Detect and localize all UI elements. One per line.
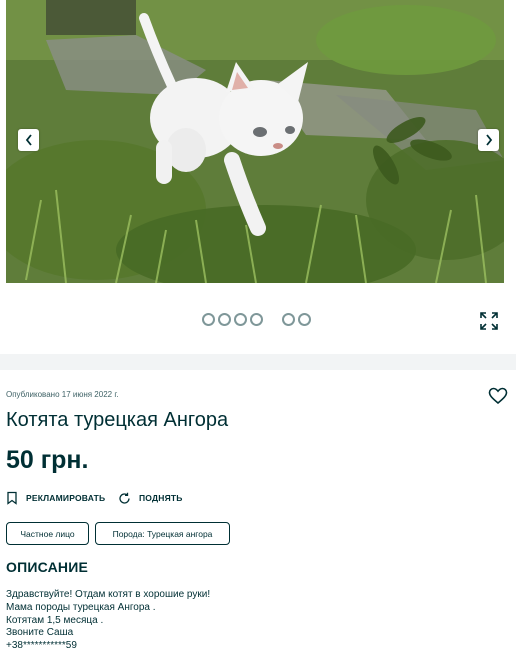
ad-title: Котята турецкая Ангора xyxy=(6,409,229,431)
fullscreen-button[interactable] xyxy=(478,310,500,332)
description-line: Мама породы турецкая Ангора . xyxy=(6,601,156,613)
kitten-photo-illustration xyxy=(6,0,504,283)
gallery-dot[interactable] xyxy=(202,313,215,326)
promote-button[interactable]: РЕКЛАМИРОВАТЬ xyxy=(6,489,105,507)
photo-gallery xyxy=(0,0,516,330)
seller-type-tag[interactable]: Частное лицо xyxy=(6,522,89,545)
section-divider xyxy=(0,354,516,370)
description-line: +38***********59 xyxy=(6,640,77,652)
gallery-pagination xyxy=(0,313,516,327)
promote-label: РЕКЛАМИРОВАТЬ xyxy=(26,493,106,503)
favorite-button[interactable] xyxy=(488,387,508,405)
gallery-dot[interactable] xyxy=(282,313,295,326)
listing-photo[interactable] xyxy=(6,0,504,283)
description-line: Котятам 1,5 месяца . xyxy=(6,614,104,626)
chevron-left-icon xyxy=(25,134,32,146)
description-line: Звоните Саша xyxy=(6,627,74,639)
description-heading: ОПИСАНИЕ xyxy=(6,559,88,575)
ad-price: 50 грн. xyxy=(6,446,89,474)
gallery-dot[interactable] xyxy=(298,313,311,326)
expand-icon xyxy=(480,312,498,330)
description-text: Здравствуйте! Отдам котят в хорошие руки… xyxy=(6,589,506,653)
ad-actions: РЕКЛАМИРОВАТЬ ПОДНЯТЬ xyxy=(6,489,306,507)
description-line: Здравствуйте! Отдам котят в хорошие руки… xyxy=(6,589,211,600)
gallery-dot[interactable] xyxy=(234,313,247,326)
gallery-dot[interactable] xyxy=(218,313,231,326)
gallery-next-button[interactable] xyxy=(478,129,499,151)
refresh-button[interactable]: ПОДНЯТЬ xyxy=(118,489,183,507)
chevron-right-icon xyxy=(485,134,492,146)
refresh-label: ПОДНЯТЬ xyxy=(139,493,183,503)
refresh-icon xyxy=(119,492,130,504)
bookmark-icon xyxy=(7,491,17,505)
heart-icon xyxy=(488,387,508,405)
published-date: Опубликовано 17 июня 2022 г. xyxy=(6,390,119,399)
gallery-prev-button[interactable] xyxy=(18,129,39,151)
breed-tag[interactable]: Порода: Турецкая ангора xyxy=(95,522,230,545)
gallery-dot[interactable] xyxy=(250,313,263,326)
